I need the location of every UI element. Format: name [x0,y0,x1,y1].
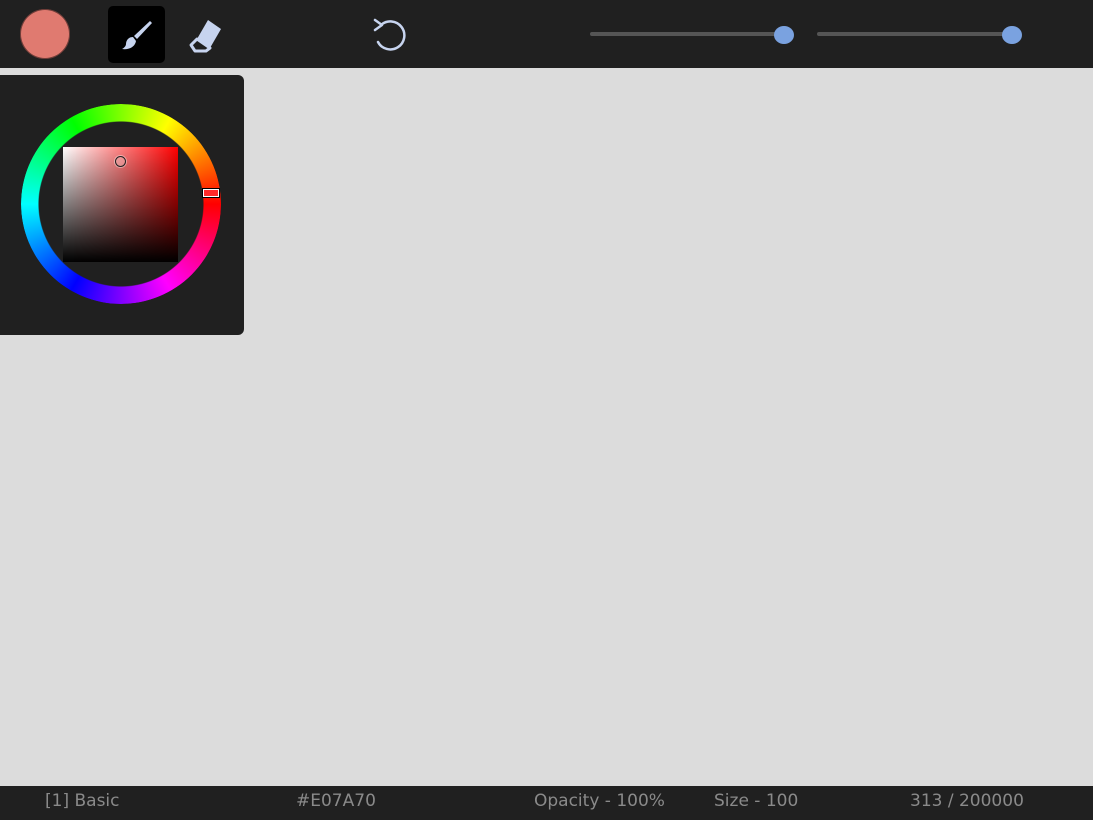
paintbrush-icon [121,20,152,49]
opacity-slider-thumb[interactable] [774,26,794,44]
current-color-swatch[interactable] [20,9,70,59]
status-bar: [1] Basic #E07A70 Opacity - 100% Size - … [0,786,1093,820]
opacity-slider[interactable] [590,26,794,44]
undo-button[interactable] [360,6,417,63]
size-slider-thumb[interactable] [1002,26,1022,44]
size-slider-track [817,32,1012,36]
status-stroke-count: 313 / 200000 [910,791,1024,811]
toolbar [0,0,1093,68]
undo-icon [373,18,406,51]
eraser-tool-button[interactable] [177,6,234,63]
status-brush-name: [1] Basic [45,791,120,811]
size-slider[interactable] [817,26,1022,44]
saturation-value-handle[interactable] [115,156,126,167]
eraser-icon [189,19,221,52]
status-color-hex: #E07A70 [296,791,376,811]
color-picker-panel [0,75,244,335]
status-size: Size - 100 [714,791,799,811]
hue-handle[interactable] [202,188,220,198]
opacity-slider-track [590,32,784,36]
brush-tool-button[interactable] [108,6,165,63]
status-opacity: Opacity - 100% [534,791,665,811]
